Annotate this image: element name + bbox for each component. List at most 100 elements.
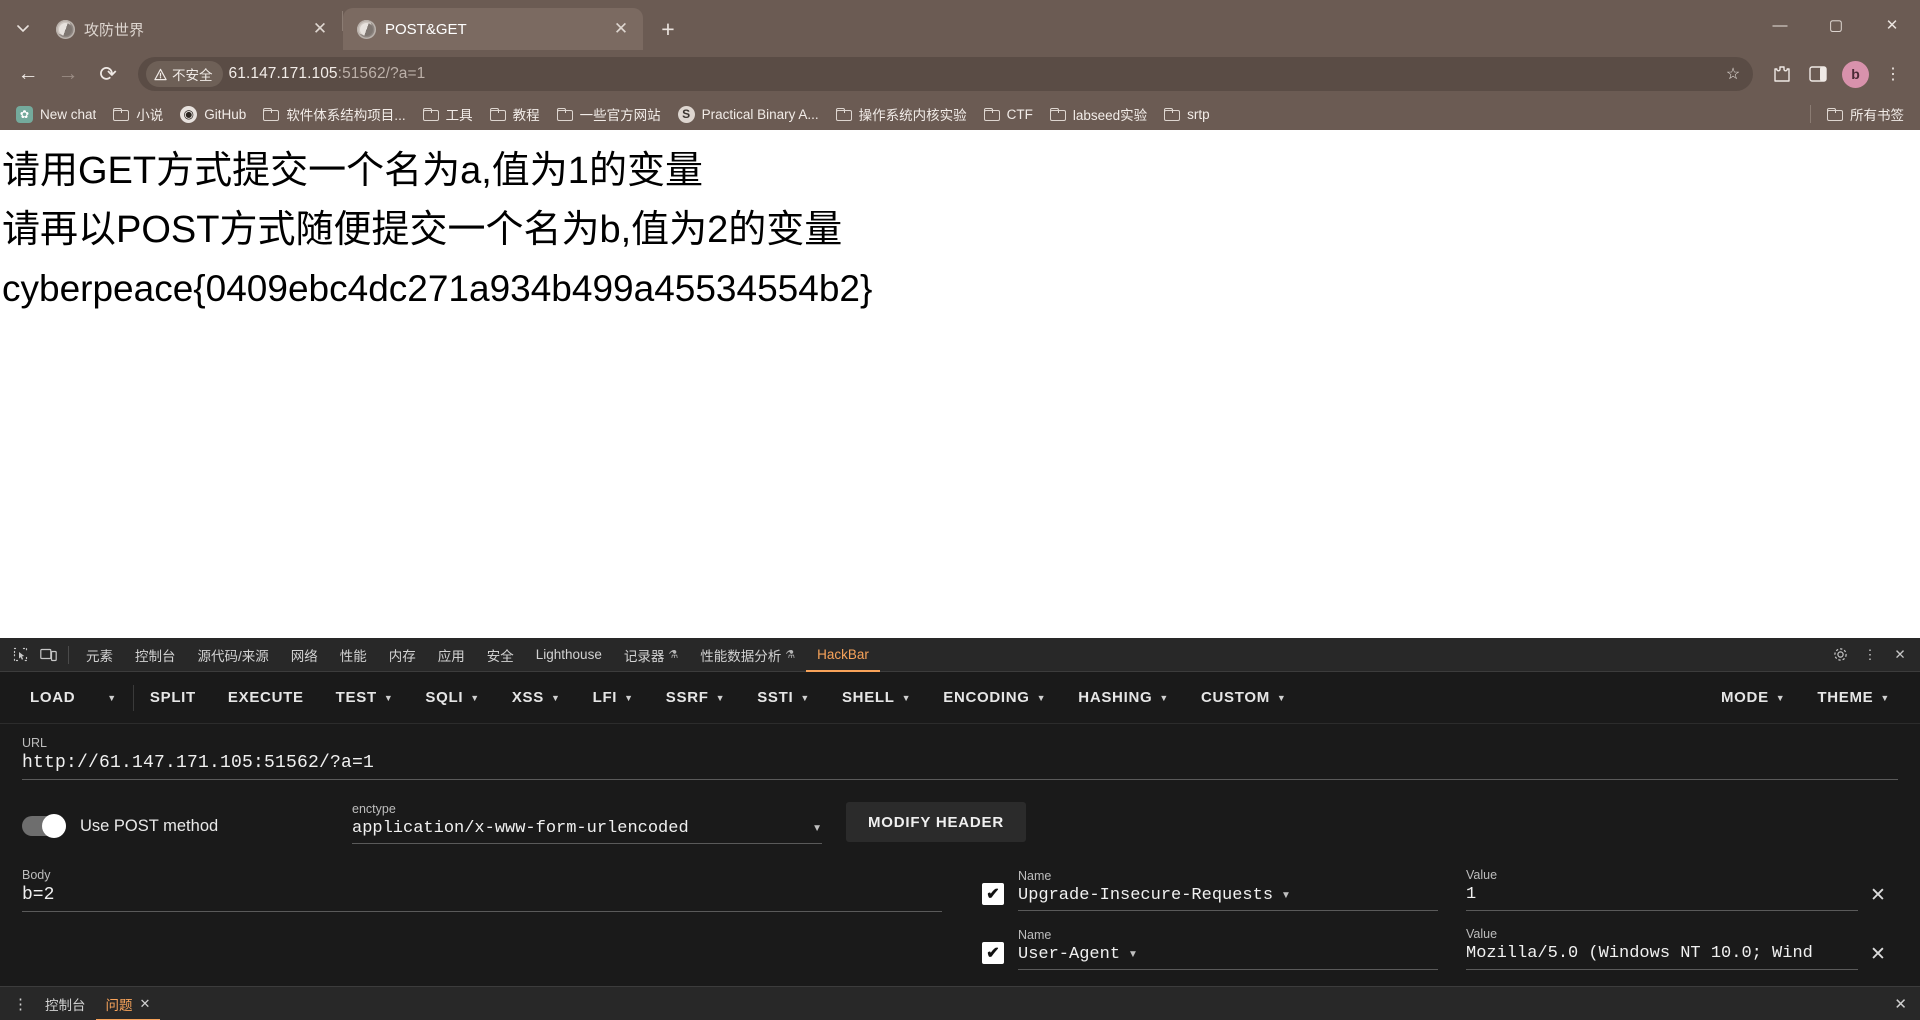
bookmark-new-chat[interactable]: ✿ New chat xyxy=(8,102,104,127)
devtools-tab-lighthouse[interactable]: Lighthouse xyxy=(525,638,613,672)
header-value-input[interactable]: Mozilla/5.0 (Windows NT 10.0; Wind xyxy=(1466,944,1813,963)
hackbar-load-dropdown[interactable]: ▼ xyxy=(91,679,133,717)
bookmark-folder-1[interactable]: 小说 xyxy=(105,100,171,128)
bookmark-label: srtp xyxy=(1187,106,1210,122)
forward-button[interactable]: → xyxy=(50,56,86,92)
inspect-element-icon[interactable] xyxy=(6,642,34,668)
hackbar-mode-button[interactable]: MODE ▼ xyxy=(1705,679,1801,717)
bookmark-folder-6[interactable]: 一些官方网站 xyxy=(549,100,669,128)
reload-button[interactable]: ⟳ xyxy=(90,56,126,92)
bookmark-folder-10[interactable]: labseed实验 xyxy=(1042,100,1155,128)
device-toolbar-icon[interactable] xyxy=(34,642,62,668)
drawer-tab-close-icon[interactable]: ✕ xyxy=(140,996,151,1012)
drawer-close-icon[interactable]: ✕ xyxy=(1887,995,1914,1013)
tab-close-button[interactable]: ✕ xyxy=(609,17,633,41)
devtools-tab-sources[interactable]: 源代码/来源 xyxy=(187,638,280,672)
side-panel-icon[interactable] xyxy=(1801,57,1835,91)
tab-close-button[interactable]: ✕ xyxy=(308,17,332,41)
bookmark-folder-srtp[interactable]: srtp xyxy=(1156,103,1218,126)
devtools-close-icon[interactable]: ✕ xyxy=(1886,642,1914,668)
bookmark-folder-ctf[interactable]: CTF xyxy=(976,103,1041,126)
hackbar-ssrf-button[interactable]: SSRF ▼ xyxy=(650,679,741,717)
use-post-method-label: Use POST method xyxy=(80,816,219,835)
url-input-wrap[interactable]: http://61.147.171.105:51562/?a=1 xyxy=(22,753,1898,780)
extensions-puzzle-icon[interactable] xyxy=(1765,57,1799,91)
header-row: ✔ Name Upgrade-Insecure-Requests ▼ Value xyxy=(982,868,1898,911)
maximize-button[interactable]: ▢ xyxy=(1808,0,1864,50)
header-value-input-wrap[interactable]: 1 xyxy=(1466,885,1858,911)
hackbar-xss-button[interactable]: XSS ▼ xyxy=(496,679,577,717)
bookmark-label: 教程 xyxy=(512,108,540,123)
bookmark-practical-binary[interactable]: S Practical Binary A... xyxy=(670,102,827,127)
devtools-tab-recorder[interactable]: 记录器 ⚗ xyxy=(613,638,689,672)
back-button[interactable]: ← xyxy=(10,56,46,92)
all-bookmarks-button[interactable]: 所有书签 xyxy=(1819,100,1912,128)
header-name-select[interactable]: User-Agent ▼ xyxy=(1018,945,1438,970)
hackbar-ssti-button[interactable]: SSTI ▼ xyxy=(741,679,826,717)
devtools-tab-elements[interactable]: 元素 xyxy=(75,638,124,672)
bookmark-label: 工具 xyxy=(445,108,473,123)
bookmark-folder-8[interactable]: 操作系统内核实验 xyxy=(828,100,975,128)
header-enabled-checkbox[interactable]: ✔ xyxy=(982,883,1004,905)
close-window-button[interactable]: ✕ xyxy=(1864,0,1920,50)
header-value-input[interactable]: 1 xyxy=(1466,885,1476,904)
devtools-tab-network[interactable]: 网络 xyxy=(280,638,329,672)
browser-tab-0[interactable]: 攻防世界 ✕ xyxy=(42,8,342,50)
hackbar-lfi-button[interactable]: LFI ▼ xyxy=(577,679,650,717)
settings-gear-icon[interactable] xyxy=(1826,642,1854,668)
hackbar-split-button[interactable]: SPLIT xyxy=(134,679,212,717)
devtools-tab-performance[interactable]: 性能 xyxy=(329,638,378,672)
devtools-tab-console[interactable]: 控制台 xyxy=(124,638,187,672)
hackbar-theme-button[interactable]: THEME ▼ xyxy=(1801,679,1906,717)
hackbar-sqli-button[interactable]: SQLI ▼ xyxy=(409,679,495,717)
bookmark-folder-5[interactable]: 教程 xyxy=(482,100,548,128)
browser-menu-icon[interactable]: ⋮ xyxy=(1876,57,1910,91)
devtools-tab-performance-insights[interactable]: 性能数据分析 ⚗ xyxy=(689,638,806,672)
body-input-wrap[interactable]: b=2 xyxy=(22,885,942,912)
bookmark-folder-4[interactable]: 工具 xyxy=(415,100,481,128)
enctype-select[interactable]: application/x-www-form-urlencoded ▼ xyxy=(352,819,822,844)
more-vertical-icon[interactable]: ⋮ xyxy=(1856,642,1884,668)
url-input[interactable]: http://61.147.171.105:51562/?a=1 xyxy=(22,753,1898,773)
devtools-tab-security[interactable]: 安全 xyxy=(476,638,525,672)
headers-list: ✔ Name Upgrade-Insecure-Requests ▼ Value xyxy=(982,868,1898,986)
hackbar-execute-button[interactable]: EXECUTE xyxy=(212,679,320,717)
hackbar-encoding-button[interactable]: ENCODING ▼ xyxy=(927,679,1062,717)
remove-header-button[interactable]: ✕ xyxy=(1858,943,1898,966)
drawer-tab-issues[interactable]: 问题 ✕ xyxy=(96,987,161,1020)
drawer-tab-console[interactable]: 控制台 xyxy=(35,987,96,1020)
bookmark-folder-3[interactable]: 软件体系结构项目... xyxy=(255,100,413,128)
hackbar-test-button[interactable]: TEST ▼ xyxy=(320,679,410,717)
hackbar-hashing-button[interactable]: HASHING ▼ xyxy=(1062,679,1185,717)
hackbar-button-label: CUSTOM xyxy=(1200,689,1270,706)
toggle-switch[interactable] xyxy=(22,814,66,838)
header-value-input-wrap[interactable]: Mozilla/5.0 (Windows NT 10.0; Wind xyxy=(1466,944,1858,970)
profile-avatar[interactable]: b xyxy=(1842,60,1869,88)
devtools-tab-application[interactable]: 应用 xyxy=(427,638,476,672)
address-bar[interactable]: 不安全 61.147.171.105:51562/?a=1 ☆ xyxy=(138,57,1753,91)
bookmark-star-icon[interactable]: ☆ xyxy=(1719,60,1747,88)
header-name-value: User-Agent xyxy=(1018,945,1121,964)
drawer-menu-icon[interactable]: ⋮ xyxy=(6,995,35,1013)
drawer-tab-label: 问题 xyxy=(105,997,133,1013)
folder-icon xyxy=(835,107,852,121)
tab-search-icon[interactable] xyxy=(4,11,42,47)
devtools-tab-hackbar[interactable]: HackBar xyxy=(806,638,880,672)
new-tab-button[interactable]: + xyxy=(651,12,685,46)
not-secure-badge[interactable]: 不安全 xyxy=(146,61,223,87)
header-name-select[interactable]: Upgrade-Insecure-Requests ▼ xyxy=(1018,886,1438,911)
devtools-tabbar: 元素 控制台 源代码/来源 网络 性能 内存 应用 安全 Lighthouse … xyxy=(0,638,1920,672)
header-enabled-checkbox[interactable]: ✔ xyxy=(982,942,1004,964)
hackbar-load-button[interactable]: LOAD xyxy=(14,679,91,717)
use-post-method-toggle[interactable]: Use POST method xyxy=(22,802,352,838)
hackbar-custom-button[interactable]: CUSTOM ▼ xyxy=(1185,679,1303,717)
body-input[interactable]: b=2 xyxy=(22,885,942,905)
browser-tab-1[interactable]: POST&GET ✕ xyxy=(343,8,643,50)
minimize-button[interactable]: — xyxy=(1752,0,1808,50)
modify-header-button[interactable]: MODIFY HEADER xyxy=(846,802,1026,842)
devtools-tab-memory[interactable]: 内存 xyxy=(378,638,427,672)
hackbar-shell-button[interactable]: SHELL ▼ xyxy=(826,679,927,717)
hackbar-button-label: XSS xyxy=(511,689,544,706)
bookmark-github[interactable]: ◉ GitHub xyxy=(172,102,254,127)
remove-header-button[interactable]: ✕ xyxy=(1858,884,1898,907)
